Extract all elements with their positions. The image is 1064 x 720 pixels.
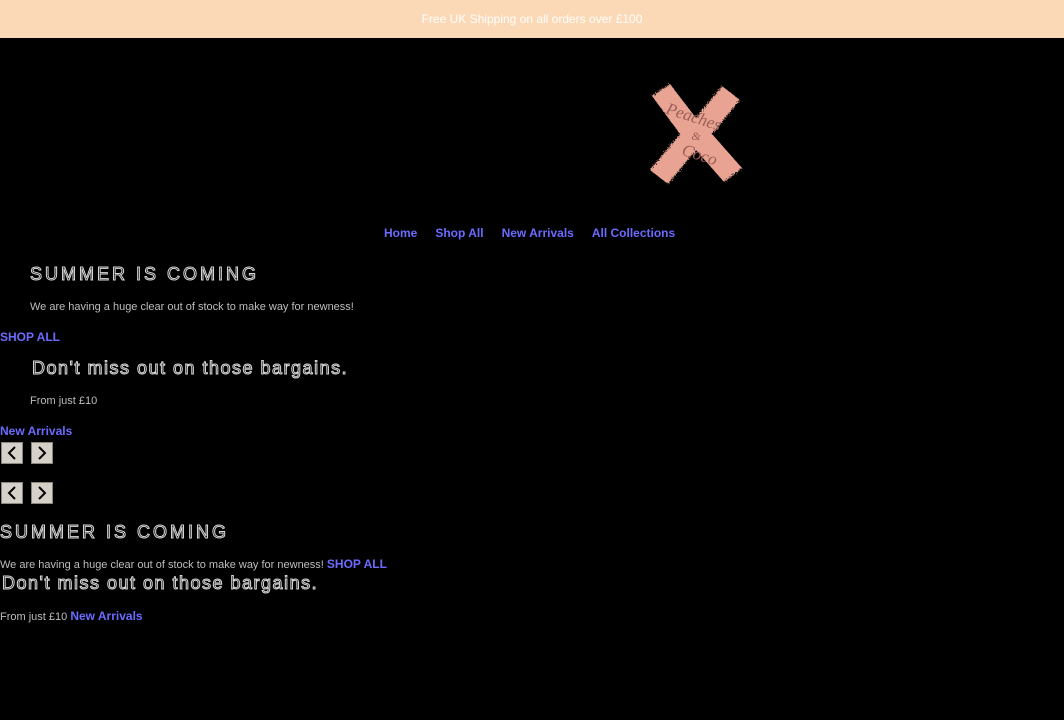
slide-1-shop-all-link[interactable]: SHOP ALL [0,330,60,344]
nav-item-new-arrivals[interactable]: New Arrivals [502,226,574,240]
fallback-new-arrivals-link[interactable]: New Arrivals [70,609,142,623]
chevron-right-icon [38,486,47,500]
fallback-slide-2-text: From just £10 [0,611,68,623]
fallback-shop-all-link[interactable]: SHOP ALL [327,557,387,571]
slide-1-heading: SUMMER IS COMING [29,264,260,285]
slider-next-button-secondary[interactable] [31,482,53,504]
announcement-text: Free UK Shipping on all orders over £100 [421,12,643,26]
logo-x-mark-icon: Peaches & Coco [650,84,742,184]
slider-prev-button-secondary[interactable] [1,482,23,504]
fallback-slide-1-heading: SUMMER IS COMING [0,522,230,543]
fallback-slide-1-row: We are having a huge clear out of stock … [0,557,387,571]
main-nav: Home Shop All New Arrivals All Collectio… [384,226,675,240]
slider-next-button[interactable] [31,442,53,464]
fallback-slide-2-row: From just £10 New Arrivals [0,609,143,623]
chevron-left-icon [7,446,16,460]
slider-prev-button[interactable] [1,442,23,464]
announcement-bar: Free UK Shipping on all orders over £100 [0,0,1064,38]
fallback-slide-1-text: We are having a huge clear out of stock … [0,559,324,571]
brand-logo[interactable]: Peaches & Coco [640,78,750,190]
fallback-slide-2-heading: Don't miss out on those bargains. [1,573,319,594]
svg-text:&: & [691,129,701,143]
slide-2-text: From just £10 [30,395,98,407]
nav-item-all-collections[interactable]: All Collections [592,226,675,240]
nav-item-shop-all[interactable]: Shop All [435,226,483,240]
chevron-left-icon [7,486,16,500]
nav-item-home[interactable]: Home [384,226,417,240]
slide-2-new-arrivals-link[interactable]: New Arrivals [0,424,72,438]
chevron-right-icon [38,446,47,460]
slide-1-text: We are having a huge clear out of stock … [30,301,354,313]
slide-2-heading: Don't miss out on those bargains. [31,358,349,379]
